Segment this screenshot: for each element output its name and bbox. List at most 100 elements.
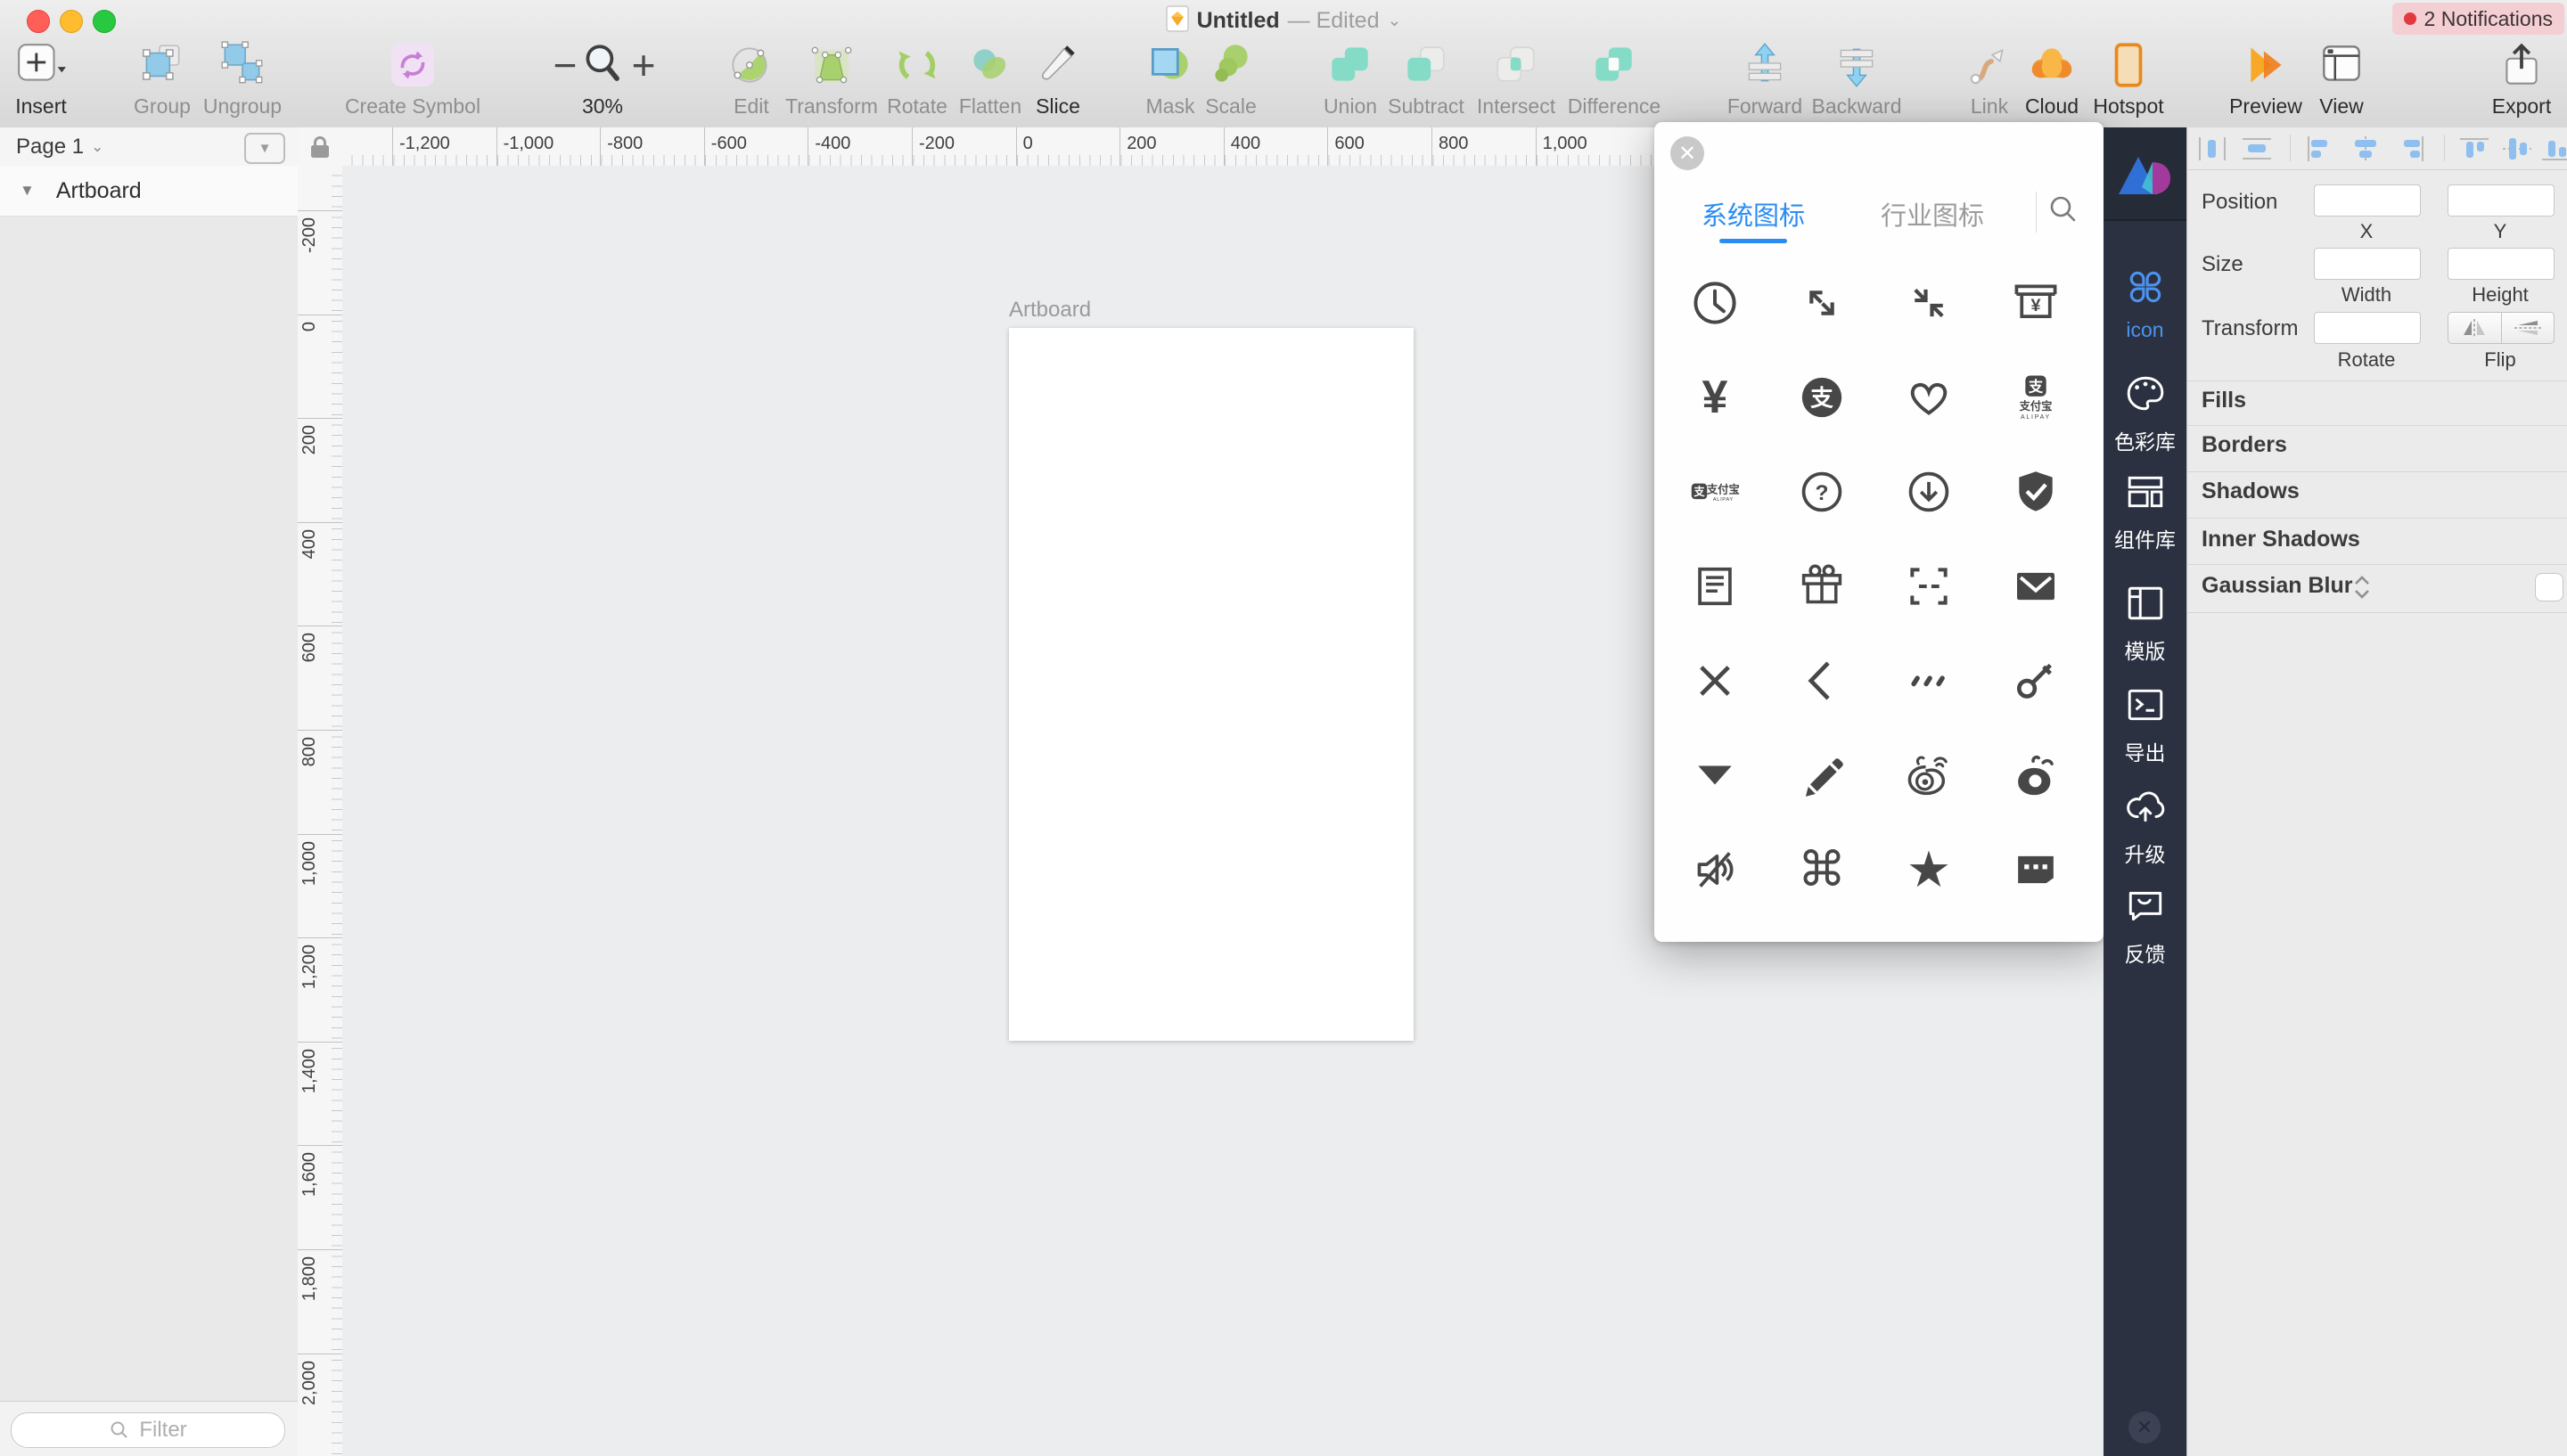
weibo-icon[interactable] — [1875, 728, 1982, 822]
hruler-tick-label: -1,000 — [504, 134, 554, 154]
shield-check-icon[interactable] — [1982, 445, 2089, 539]
distribute-horizontally-icon[interactable] — [2194, 135, 2230, 163]
tab-industry-icons[interactable]: 行业图标 — [1876, 195, 1989, 233]
toolbar-create-symbol-button[interactable]: Create Symbol — [346, 37, 480, 127]
plugin-close-button[interactable]: ✕ — [2128, 1411, 2161, 1444]
hruler-tick-label: -1,200 — [399, 134, 450, 154]
section-inner-shadows[interactable]: Inner Shadows — [2202, 527, 2360, 552]
artboard[interactable] — [1009, 328, 1414, 1041]
plugin-sidebar-item-export[interactable]: 导出 — [2104, 684, 2186, 766]
align-top-icon[interactable] — [2456, 135, 2492, 163]
heart-icon[interactable] — [1875, 350, 1982, 445]
chevron-left-icon[interactable] — [1768, 634, 1875, 728]
section-gaussian-blur[interactable]: Gaussian Blur — [2202, 573, 2353, 599]
scale-icon — [1205, 37, 1257, 93]
align-middle-vertical-icon[interactable] — [2499, 135, 2535, 163]
gaussian-blur-checkbox[interactable] — [2535, 573, 2563, 601]
ellipsis-icon[interactable] — [1875, 634, 1982, 728]
clock-icon[interactable] — [1661, 256, 1768, 350]
align-left-icon[interactable] — [2303, 135, 2339, 163]
align-right-icon[interactable] — [2392, 135, 2428, 163]
alipay-circle-icon[interactable]: 支 — [1768, 350, 1875, 445]
panel-close-button[interactable]: ✕ — [1670, 136, 1704, 170]
hruler-tick-label: -400 — [815, 134, 850, 154]
toolbar-insert-button[interactable]: Insert — [0, 37, 108, 127]
plugin-sidebar-item-feedback[interactable]: 反馈 — [2104, 886, 2186, 968]
toolbar-view-button[interactable]: View — [2275, 37, 2408, 127]
section-shadows[interactable]: Shadows — [2202, 479, 2300, 504]
size-height-input[interactable] — [2448, 248, 2555, 280]
position-x-input[interactable] — [2314, 184, 2421, 217]
page-list-toggle-button[interactable]: ▼ — [244, 133, 285, 164]
collapse-icon[interactable] — [1875, 256, 1982, 350]
pencil-icon[interactable] — [1768, 728, 1875, 822]
lock-icon[interactable] — [308, 135, 332, 160]
plugin-sidebar-item-icon[interactable]: icon — [2104, 266, 2186, 342]
filter-placeholder: Filter — [139, 1418, 186, 1443]
plugin-sidebar-item-color-library[interactable]: 色彩库 — [2104, 373, 2186, 455]
caret-down-icon[interactable] — [1661, 728, 1768, 822]
toolbar-export-button[interactable]: Export — [2455, 37, 2567, 127]
mail-icon[interactable] — [1982, 539, 2089, 634]
atm-icon[interactable]: ¥ — [1982, 256, 2089, 350]
flip-vertical-button[interactable] — [2502, 313, 2555, 343]
page-selector-label[interactable]: Page 1 — [16, 135, 84, 160]
intersect-icon — [1490, 37, 1542, 93]
artboard-title[interactable]: Artboard — [1009, 298, 1091, 323]
flip-horizontal-button[interactable] — [2448, 313, 2502, 343]
forward-icon — [1739, 37, 1791, 93]
question-circle-icon[interactable]: ? — [1768, 445, 1875, 539]
hotspot-icon — [2103, 37, 2154, 93]
section-borders[interactable]: Borders — [2202, 432, 2287, 458]
plugin-sidebar-item-upgrade[interactable]: 升级 — [2104, 786, 2186, 868]
page-selector-bar[interactable]: Page 1 ⌄ ▼ — [0, 127, 298, 167]
alipay-logo-icon[interactable]: 支支付宝ALIPAY — [1661, 445, 1768, 539]
size-width-input[interactable] — [2314, 248, 2421, 280]
align-center-horizontal-icon[interactable] — [2348, 135, 2383, 163]
scan-icon[interactable] — [1875, 539, 1982, 634]
message-icon[interactable] — [1982, 822, 2089, 917]
svg-text:ALIPAY: ALIPAY — [2021, 414, 2051, 421]
toolbar-ungroup-button[interactable]: Ungroup — [176, 37, 309, 127]
align-bottom-icon[interactable] — [2538, 135, 2567, 163]
flip-control[interactable] — [2448, 312, 2555, 344]
gift-icon[interactable] — [1768, 539, 1875, 634]
search-icon[interactable] — [2046, 193, 2079, 225]
plugin-logo[interactable] — [2104, 127, 2186, 221]
layer-row-artboard[interactable]: ▼ Artboard — [0, 166, 298, 217]
disclosure-triangle-icon[interactable]: ▼ — [20, 182, 35, 200]
toolbar-difference-button[interactable]: Difference — [1547, 37, 1681, 127]
hruler-tick-label: 0 — [1023, 134, 1033, 154]
hruler-tick-label: 1,000 — [1543, 134, 1587, 154]
section-fills[interactable]: Fills — [2202, 388, 2246, 413]
toolbar-backward-button[interactable]: Backward — [1790, 37, 1923, 127]
star-icon[interactable]: ★ — [1875, 822, 1982, 917]
alipay-app-icon[interactable]: 支支付宝ALIPAY — [1982, 350, 2089, 445]
plugin-sidebar-item-component-library[interactable]: 组件库 — [2104, 471, 2186, 553]
toolbar-hotspot-button[interactable]: Hotspot — [2062, 37, 2195, 127]
key-icon[interactable] — [1982, 634, 2089, 728]
mute-icon[interactable] — [1661, 822, 1768, 917]
yuan-icon[interactable]: ¥ — [1661, 350, 1768, 445]
document-icon[interactable] — [1661, 539, 1768, 634]
filter-input[interactable]: Filter — [11, 1412, 285, 1448]
position-y-input[interactable] — [2448, 184, 2555, 217]
distribute-vertically-icon[interactable] — [2239, 135, 2275, 163]
title-chevron-icon[interactable]: ⌄ — [1387, 11, 1401, 31]
zoom-in-icon: + — [632, 37, 656, 93]
plugin-sidebar-item-template[interactable]: 模版 — [2104, 583, 2186, 665]
weibo-simple-icon[interactable] — [1982, 728, 2089, 822]
tab-system-icons[interactable]: 系统图标 — [1697, 195, 1809, 233]
rotate-input[interactable] — [2314, 312, 2421, 344]
download-circle-icon[interactable] — [1875, 445, 1982, 539]
toolbar-scale-button[interactable]: Scale — [1164, 37, 1298, 127]
vruler-tick-label: 800 — [299, 737, 320, 766]
notifications-badge[interactable]: 2 Notifications — [2392, 3, 2564, 35]
plugin-sidebar: icon 色彩库组件库模版导出升级反馈 ✕ — [2104, 127, 2186, 1456]
blur-type-selector[interactable] — [2350, 574, 2374, 601]
layer-name: Artboard — [56, 178, 142, 204]
expand-icon[interactable] — [1768, 256, 1875, 350]
close-icon[interactable] — [1661, 634, 1768, 728]
svg-text:¥: ¥ — [2030, 296, 2040, 315]
command-icon[interactable]: ⌘ — [1768, 822, 1875, 917]
